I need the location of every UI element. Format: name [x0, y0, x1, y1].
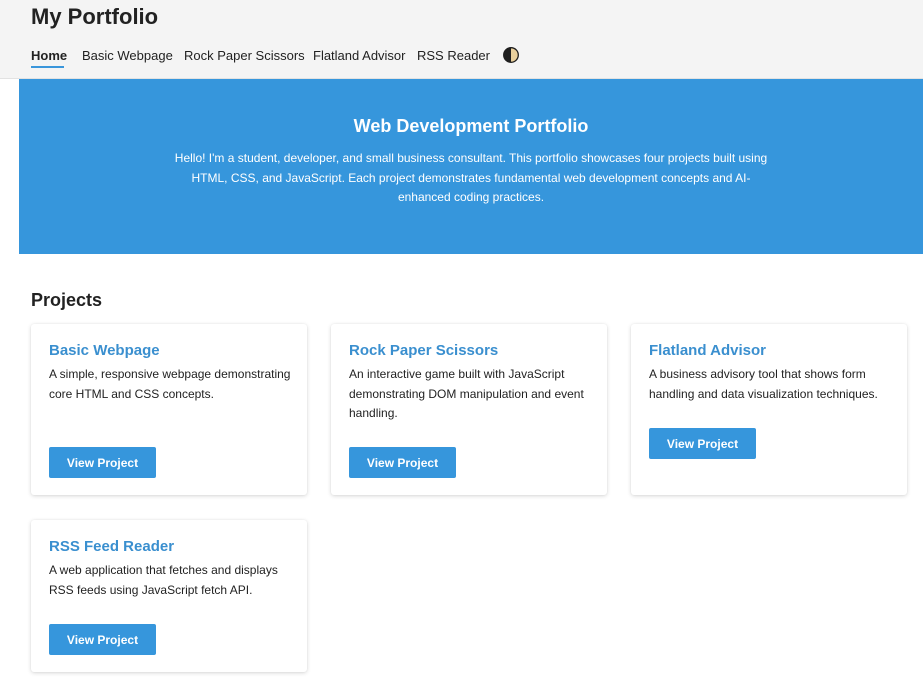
project-card-rss-feed-reader: RSS Feed Reader A web application that f…	[31, 520, 307, 672]
view-project-button[interactable]: View Project	[49, 447, 156, 478]
nav-active-indicator	[31, 66, 64, 68]
project-title[interactable]: Basic Webpage	[49, 341, 160, 360]
project-description: A business advisory tool that shows form…	[649, 367, 878, 401]
projects-heading: Projects	[31, 290, 103, 310]
hero-title: Web Development Portfolio	[353, 116, 589, 136]
nav-basic-webpage[interactable]: Basic Webpage	[82, 47, 173, 64]
project-title[interactable]: RSS Feed Reader	[49, 537, 174, 556]
project-description: An interactive game built with JavaScrip…	[349, 367, 584, 420]
site-title: My Portfolio	[31, 4, 159, 29]
nav-rock-paper-scissors[interactable]: Rock Paper Scissors	[184, 47, 305, 64]
view-project-button[interactable]: View Project	[349, 447, 456, 478]
nav-rss-reader[interactable]: RSS Reader	[417, 47, 490, 64]
project-card-rock-paper-scissors: Rock Paper Scissors An interactive game …	[331, 324, 607, 495]
view-project-button[interactable]: View Project	[649, 428, 756, 459]
project-description: A web application that fetches and displ…	[49, 563, 278, 597]
contrast-icon[interactable]	[503, 47, 519, 63]
project-title[interactable]: Flatland Advisor	[649, 341, 766, 360]
hero-intro-text: Hello! I'm a student, developer, and sma…	[174, 151, 768, 204]
nav-home[interactable]: Home	[31, 47, 67, 64]
project-card-basic-webpage: Basic Webpage A simple, responsive webpa…	[31, 324, 307, 495]
project-card-flatland-advisor: Flatland Advisor A business advisory too…	[631, 324, 907, 495]
hero-banner: Web Development Portfolio Hello! I'm a s…	[19, 79, 923, 254]
view-project-button[interactable]: View Project	[49, 624, 156, 655]
site-header: My Portfolio Home Basic Webpage Rock Pap…	[0, 0, 923, 79]
project-description: A simple, responsive webpage demonstrati…	[49, 367, 291, 401]
nav-flatland-advisor[interactable]: Flatland Advisor	[313, 47, 406, 64]
project-title[interactable]: Rock Paper Scissors	[349, 341, 498, 360]
